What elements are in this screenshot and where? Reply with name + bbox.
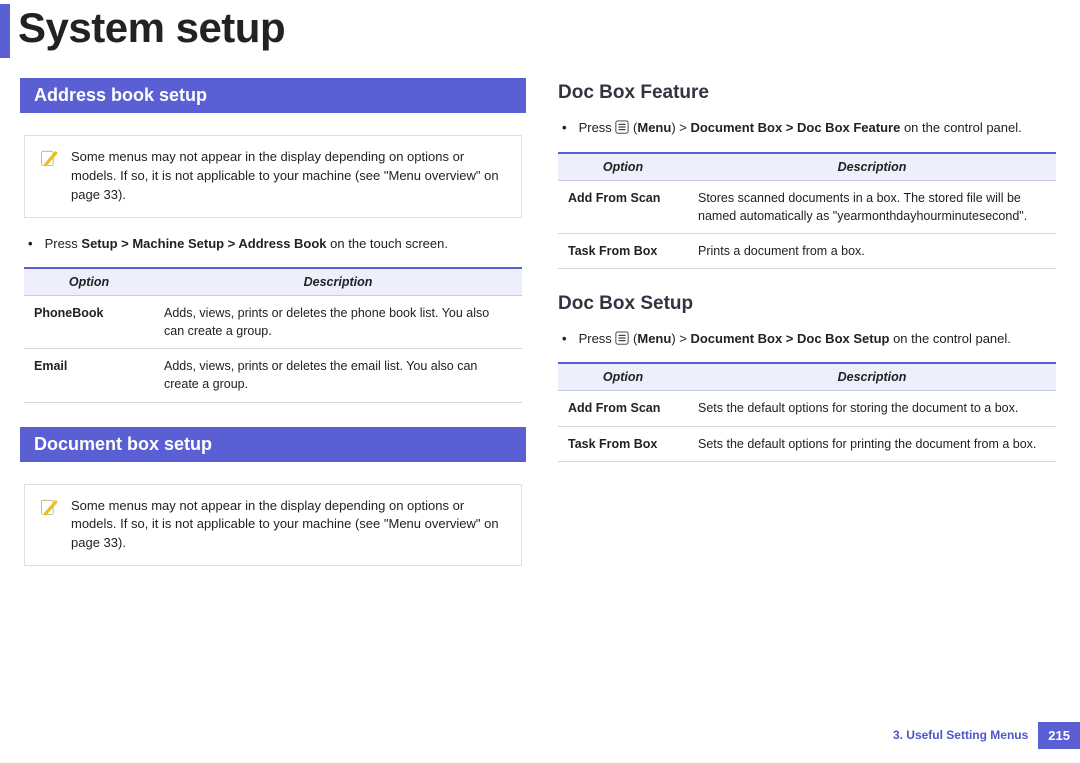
footer-page-number: 215 xyxy=(1038,722,1080,749)
table-row: PhoneBook Adds, views, prints or deletes… xyxy=(24,296,522,349)
instruction-doc-box-setup: • Press (Menu) > Document Box > Doc Box … xyxy=(554,329,1060,363)
text: on the control panel. xyxy=(889,331,1010,346)
cell-option: Add From Scan xyxy=(558,391,688,426)
table-row: Task From Box Sets the default options f… xyxy=(558,426,1056,461)
text: Press xyxy=(579,120,616,135)
table-row: Add From Scan Stores scanned documents i… xyxy=(558,180,1056,233)
heading-address-book: Address book setup xyxy=(20,78,526,113)
note-icon xyxy=(39,497,59,517)
menu-icon xyxy=(615,331,629,345)
th-option: Option xyxy=(558,153,688,181)
cell-option: Email xyxy=(24,349,154,402)
menu-label: Menu xyxy=(637,120,671,135)
cell-description: Stores scanned documents in a box. The s… xyxy=(688,180,1056,233)
instruction-doc-box-feature: • Press (Menu) > Document Box > Doc Box … xyxy=(554,118,1060,152)
note-text: Some menus may not appear in the display… xyxy=(71,497,507,554)
bullet-text: Press (Menu) > Document Box > Doc Box Fe… xyxy=(579,118,1056,138)
bullet-dot: • xyxy=(562,329,567,349)
menu-icon xyxy=(615,120,629,134)
menu-label: Menu xyxy=(637,331,671,346)
note-icon xyxy=(39,148,59,168)
cell-option: Task From Box xyxy=(558,426,688,461)
th-description: Description xyxy=(154,268,522,296)
page-title-block: System setup xyxy=(0,0,1080,58)
right-column: Doc Box Feature • Press (Menu) > Documen… xyxy=(554,78,1060,582)
table-doc-box-feature: Option Description Add From Scan Stores … xyxy=(558,152,1056,269)
footer-chapter: 3. Useful Setting Menus xyxy=(883,722,1038,749)
text: on the control panel. xyxy=(900,120,1021,135)
cell-option: PhoneBook xyxy=(24,296,154,349)
page-title: System setup xyxy=(18,4,285,58)
cell-option: Task From Box xyxy=(558,233,688,268)
instruction-address-book: • Press Setup > Machine Setup > Address … xyxy=(20,234,526,268)
content-columns: Address book setup Some menus may not ap… xyxy=(0,58,1080,582)
left-column: Address book setup Some menus may not ap… xyxy=(20,78,526,582)
text: Press xyxy=(45,236,82,251)
menu-path: Document Box > Doc Box Setup xyxy=(690,331,889,346)
menu-path: Document Box > Doc Box Feature xyxy=(690,120,900,135)
note-text: Some menus may not appear in the display… xyxy=(71,148,507,205)
heading-doc-box-setup: Doc Box Setup xyxy=(558,293,1056,315)
title-accent-bar xyxy=(0,4,10,58)
cell-description: Sets the default options for printing th… xyxy=(688,426,1056,461)
th-option: Option xyxy=(558,363,688,391)
cell-description: Prints a document from a box. xyxy=(688,233,1056,268)
heading-doc-box-feature: Doc Box Feature xyxy=(558,82,1056,104)
table-address-book: Option Description PhoneBook Adds, views… xyxy=(24,267,522,403)
cell-description: Sets the default options for storing the… xyxy=(688,391,1056,426)
cell-description: Adds, views, prints or deletes the email… xyxy=(154,349,522,402)
cell-description: Adds, views, prints or deletes the phone… xyxy=(154,296,522,349)
text: Press xyxy=(579,331,616,346)
th-description: Description xyxy=(688,153,1056,181)
table-row: Email Adds, views, prints or deletes the… xyxy=(24,349,522,402)
note-address-book: Some menus may not appear in the display… xyxy=(24,135,522,218)
bullet-text: Press (Menu) > Document Box > Doc Box Se… xyxy=(579,329,1056,349)
cell-option: Add From Scan xyxy=(558,180,688,233)
heading-document-box: Document box setup xyxy=(20,427,526,462)
th-description: Description xyxy=(688,363,1056,391)
note-document-box: Some menus may not appear in the display… xyxy=(24,484,522,567)
th-option: Option xyxy=(24,268,154,296)
table-doc-box-setup: Option Description Add From Scan Sets th… xyxy=(558,362,1056,461)
text: on the touch screen. xyxy=(327,236,448,251)
bullet-dot: • xyxy=(562,118,567,138)
bullet-dot: • xyxy=(28,234,33,254)
table-row: Add From Scan Sets the default options f… xyxy=(558,391,1056,426)
menu-path: Setup > Machine Setup > Address Book xyxy=(81,236,326,251)
page-footer: 3. Useful Setting Menus 215 xyxy=(883,722,1080,749)
table-row: Task From Box Prints a document from a b… xyxy=(558,233,1056,268)
bullet-text: Press Setup > Machine Setup > Address Bo… xyxy=(45,234,522,254)
